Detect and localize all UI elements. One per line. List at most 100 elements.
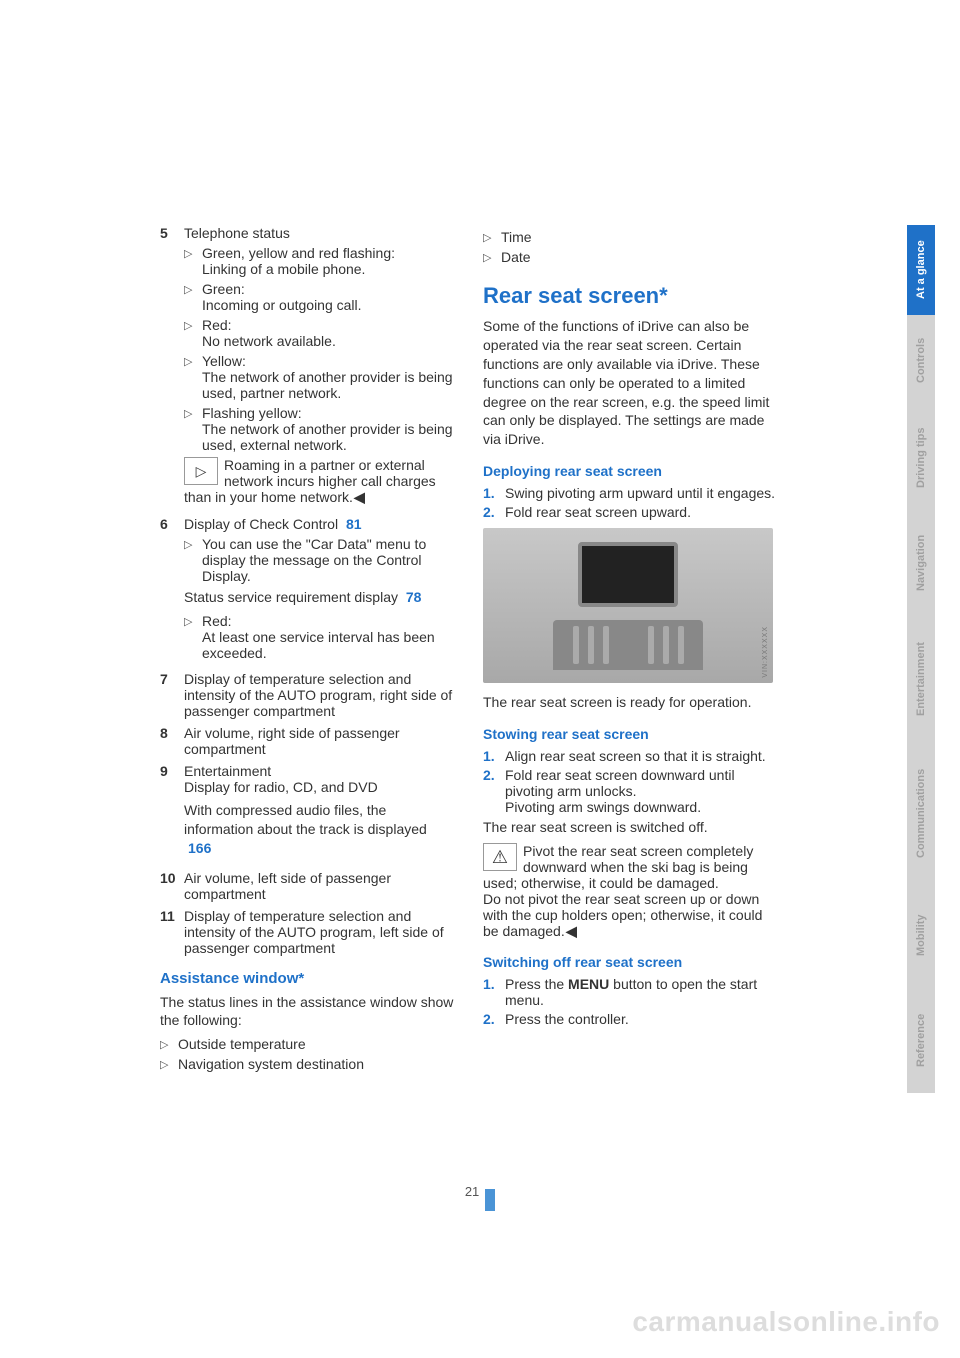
- tab-at-a-glance[interactable]: At a glance: [907, 225, 935, 315]
- tab-reference[interactable]: Reference: [907, 988, 935, 1093]
- page-bar-icon: [485, 1189, 495, 1211]
- bullet-body: Outside temperature: [178, 1036, 455, 1052]
- triangle-icon: ▷: [184, 317, 202, 349]
- bullet-body: Time: [501, 229, 778, 245]
- tab-communications[interactable]: Communications: [907, 743, 935, 883]
- item-body: Air volume, right side of passenger comp…: [184, 725, 455, 757]
- sub-bullet: ▷ Green: Incoming or outgoing call.: [184, 281, 455, 313]
- top-bullet: ▷ Time: [483, 229, 778, 245]
- bullet-body: Date: [501, 249, 778, 265]
- list-item-7: 7 Display of temperature selection and i…: [160, 671, 455, 719]
- sub-bullet: ▷ You can use the "Car Data" menu to dis…: [184, 536, 455, 584]
- triangle-icon: ▷: [184, 405, 202, 453]
- bullet-head: Green, yellow and red flashing:: [202, 245, 455, 261]
- step-body: Press the MENU button to open the start …: [505, 976, 778, 1008]
- vent-icon: [553, 620, 703, 670]
- item-sub: Display for radio, CD, and DVD: [184, 779, 455, 795]
- page-ref-link[interactable]: 81: [346, 516, 362, 532]
- step-body: Swing pivoting arm upward until it engag…: [505, 485, 778, 501]
- step-number: 2.: [483, 1011, 505, 1027]
- end-mark-icon: ▶: [566, 923, 577, 940]
- step-number: 1.: [483, 976, 505, 1008]
- heading-deploying: Deploying rear seat screen: [483, 463, 778, 479]
- note-box: ▷ Roaming in a partner or external netwo…: [184, 457, 455, 506]
- triangle-icon: ▷: [184, 281, 202, 313]
- tab-mobility[interactable]: Mobility: [907, 883, 935, 988]
- step-body: Fold rear seat screen upward.: [505, 504, 778, 520]
- menu-button-label: MENU: [568, 976, 609, 992]
- item-number: 11: [160, 908, 184, 956]
- rear-intro: Some of the functions of iDrive can also…: [483, 317, 778, 449]
- item-number: 8: [160, 725, 184, 757]
- tab-driving-tips[interactable]: Driving tips: [907, 405, 935, 510]
- heading-rear-seat-screen: Rear seat screen*: [483, 283, 778, 309]
- left-column: 5 Telephone status ▷ Green, yellow and r…: [160, 225, 455, 1076]
- end-mark-icon: ▶: [354, 489, 365, 506]
- image-code-label: VIN:XXXXXX: [762, 626, 769, 678]
- list-item-10: 10 Air volume, left side of passenger co…: [160, 870, 455, 902]
- warning-triangle-icon: ⚠: [492, 847, 508, 868]
- assist-bullet: ▷ Navigation system destination: [160, 1056, 455, 1072]
- step-number: 1.: [483, 485, 505, 501]
- stow-after: The rear seat screen is switched off.: [483, 818, 778, 837]
- sub-bullet: ▷ Flashing yellow: The network of anothe…: [184, 405, 455, 453]
- tab-controls[interactable]: Controls: [907, 315, 935, 405]
- bullet-body: Navigation system destination: [178, 1056, 455, 1072]
- warning-text: Pivot the rear seat screen completely do…: [483, 843, 762, 939]
- side-tabs: At a glance Controls Driving tips Naviga…: [907, 225, 935, 1093]
- rear-seat-screen-image: VIN:XXXXXX: [483, 528, 773, 683]
- triangle-icon: ▷: [160, 1036, 178, 1052]
- step-item: 2. Fold rear seat screen downward until …: [483, 767, 778, 815]
- step-body: Press the controller.: [505, 1011, 778, 1027]
- step-number: 2.: [483, 767, 505, 815]
- page-ref-link[interactable]: 166: [188, 840, 211, 856]
- list-item-9: 9 Entertainment Display for radio, CD, a…: [160, 763, 455, 864]
- triangle-icon: ▷: [483, 249, 501, 265]
- item-number: 10: [160, 870, 184, 902]
- item-body: Display of temperature selection and int…: [184, 908, 455, 956]
- step-number: 1.: [483, 748, 505, 764]
- bullet-body: Linking of a mobile phone.: [202, 261, 455, 277]
- item-title: Entertainment: [184, 763, 455, 779]
- item-body: With compressed audio files, the informa…: [184, 802, 427, 837]
- assist-intro: The status lines in the assistance windo…: [160, 993, 455, 1031]
- watermark: carmanualsonline.info: [632, 1306, 940, 1338]
- step-item: 2. Fold rear seat screen upward.: [483, 504, 778, 520]
- warning-box: ⚠ Pivot the rear seat screen completely …: [483, 843, 778, 940]
- triangle-right-icon: ▷: [196, 463, 207, 480]
- bullet-head: Green:: [202, 281, 455, 297]
- item-number: 7: [160, 671, 184, 719]
- list-item-8: 8 Air volume, right side of passenger co…: [160, 725, 455, 757]
- step-item: 1. Swing pivoting arm upward until it en…: [483, 485, 778, 501]
- status-line: Status service requirement display: [184, 589, 398, 605]
- list-item-6: 6 Display of Check Control 81 ▷ You can …: [160, 516, 455, 665]
- tab-navigation[interactable]: Navigation: [907, 510, 935, 615]
- item-number: 9: [160, 763, 184, 864]
- bullet-body: Incoming or outgoing call.: [202, 297, 455, 313]
- item-number: 6: [160, 516, 184, 665]
- assist-bullet: ▷ Outside temperature: [160, 1036, 455, 1052]
- right-column: ▷ Time ▷ Date Rear seat screen* Some of …: [483, 225, 778, 1076]
- item-body: Display of temperature selection and int…: [184, 671, 455, 719]
- triangle-icon: ▷: [483, 229, 501, 245]
- note-text: Roaming in a partner or external network…: [184, 457, 436, 505]
- triangle-icon: ▷: [184, 245, 202, 277]
- triangle-icon: ▷: [184, 536, 202, 584]
- bullet-head: Yellow:: [202, 353, 455, 369]
- step-item: 1. Press the MENU button to open the sta…: [483, 976, 778, 1008]
- item-title: Telephone status: [184, 225, 455, 241]
- page-number: 21: [465, 1184, 479, 1199]
- sub-bullet: ▷ Red: At least one service interval has…: [184, 613, 455, 661]
- list-item-11: 11 Display of temperature selection and …: [160, 908, 455, 956]
- page-ref-link[interactable]: 78: [406, 589, 422, 605]
- tab-entertainment[interactable]: Entertainment: [907, 615, 935, 743]
- page-content: 5 Telephone status ▷ Green, yellow and r…: [0, 0, 960, 1076]
- page-footer: 21: [0, 1181, 960, 1203]
- triangle-icon: ▷: [184, 353, 202, 401]
- monitor-icon: [578, 542, 678, 607]
- sub-bullet: ▷ Green, yellow and red flashing: Linkin…: [184, 245, 455, 277]
- bullet-head: Flashing yellow:: [202, 405, 455, 421]
- bullet-head: Red:: [202, 317, 455, 333]
- item-number: 5: [160, 225, 184, 510]
- sub-bullet: ▷ Red: No network available.: [184, 317, 455, 349]
